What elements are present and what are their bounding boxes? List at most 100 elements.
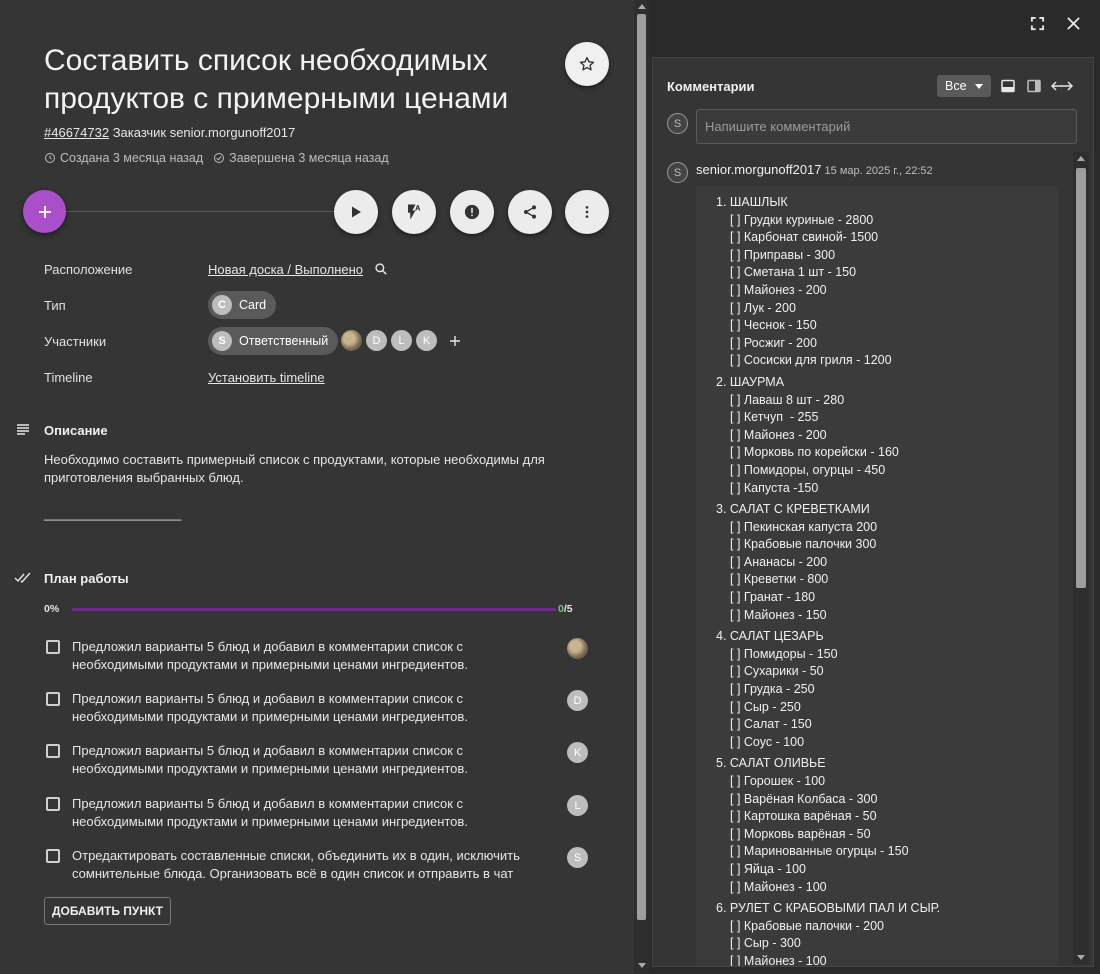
play-icon	[352, 206, 361, 218]
comment-time: 15 мар. 2025 г., 22:52	[824, 165, 933, 177]
left-scrollbar[interactable]	[634, 0, 650, 974]
task-checkbox[interactable]	[46, 744, 60, 758]
width-toggle-icon[interactable]	[1051, 81, 1073, 91]
scroll-up-arrow[interactable]	[638, 4, 646, 9]
scroll-up-arrow[interactable]	[1077, 156, 1085, 161]
flash-auto-icon	[408, 204, 421, 220]
add-member-icon[interactable]	[449, 335, 461, 347]
member-avatar[interactable]: K	[416, 330, 437, 351]
comment-author-avatar: S	[667, 162, 688, 183]
plan-heading: План работы	[44, 571, 129, 586]
timeline-link[interactable]: Установить timeline	[208, 370, 325, 385]
type-chip-label: Card	[239, 298, 267, 312]
type-chip[interactable]: C Card	[208, 291, 277, 319]
comment-list-item: [ ] Майонез - 150	[730, 607, 827, 622]
comment-group-title: 4. САЛАТ ЦЕЗАРЬ	[716, 629, 824, 644]
task-text[interactable]: Предложил варианты 5 блюд и добавил в ко…	[72, 690, 532, 726]
automation-button[interactable]	[392, 190, 436, 234]
share-icon	[524, 205, 536, 219]
member-avatar[interactable]: L	[391, 330, 412, 351]
responsible-label: Ответственный	[239, 334, 329, 348]
add-button[interactable]	[23, 190, 66, 233]
type-label: Тип	[44, 298, 66, 313]
comment-list-item: [ ] Чеснок - 150	[730, 318, 817, 333]
alert-button[interactable]	[450, 190, 494, 234]
scroll-thumb[interactable]	[1076, 168, 1086, 588]
task-checkbox[interactable]	[46, 849, 60, 863]
card-title[interactable]: Составить список необходимых продуктов с…	[44, 42, 554, 118]
comment-author[interactable]: senior.morgunoff2017	[696, 162, 822, 177]
card-id-link[interactable]: #46674732	[44, 125, 109, 140]
comment-list-item: [ ] Сыр - 300	[730, 936, 801, 951]
comment-list-item: [ ] Помидоры, огурцы - 450	[730, 462, 886, 477]
comment-list-item: [ ] Ананасы - 200	[730, 554, 828, 569]
member-avatar-photo[interactable]	[341, 330, 362, 351]
comments-scrollbar[interactable]	[1073, 152, 1089, 964]
comment-list-group: 2. ШАУРМА [ ] Лаваш 8 шт - 280 [ ] Кетчуп …	[716, 374, 1058, 497]
description-text[interactable]: Необходимо составить примерный список с …	[44, 451, 584, 487]
comment-list-item: [ ] Сосиски для гриля - 1200	[730, 353, 892, 368]
task-assignee-avatar[interactable]	[567, 638, 588, 659]
comment-list-item: [ ] Яйца - 100	[730, 861, 806, 876]
progress-bar	[72, 608, 556, 611]
scroll-down-arrow[interactable]	[638, 963, 646, 968]
scroll-down-arrow[interactable]	[1077, 955, 1085, 960]
created-text: Создана 3 месяца назад	[60, 151, 204, 165]
comments-filter-select[interactable]: Все	[937, 75, 991, 97]
layout-bottom-icon[interactable]	[1001, 79, 1015, 93]
comment-group-title: 2. ШАУРМА	[716, 374, 785, 389]
comment-group-title: 3. САЛАТ С КРЕВЕТКАМИ	[716, 502, 870, 517]
clock-icon	[45, 153, 55, 163]
task-text[interactable]: Предложил варианты 5 блюд и добавил в ко…	[72, 638, 532, 674]
comment-list-group: 1. ШАШЛЫК [ ] Грудки куриные - 2800 [ ] Ка…	[716, 194, 1058, 370]
task-checkbox[interactable]	[46, 692, 60, 706]
current-user-avatar: S	[667, 113, 688, 134]
fullscreen-icon[interactable]	[1030, 16, 1045, 31]
layout-side-icon[interactable]	[1027, 79, 1041, 93]
comment-list-item: [ ] Лаваш 8 шт - 280	[730, 392, 845, 407]
card-meta: Создана 3 месяца назад Завершена 3 месяц…	[44, 151, 389, 165]
check-circle-icon	[214, 153, 225, 163]
member-avatar[interactable]: D	[366, 330, 387, 351]
task-checkbox[interactable]	[46, 640, 60, 654]
task-text[interactable]: Предложил варианты 5 блюд и добавил в ко…	[72, 795, 532, 831]
task-text[interactable]: Отредактировать составленные списки, объ…	[72, 847, 532, 883]
comment-list-item: [ ] Лук - 200	[730, 300, 796, 315]
members-label: Участники	[44, 334, 107, 349]
comment-list-item: [ ] Майонез - 100	[730, 953, 827, 967]
task-assignee-avatar[interactable]: S	[567, 847, 588, 868]
task-checkbox[interactable]	[46, 797, 60, 811]
comment-list-group: 5. САЛАТ ОЛИВЬЕ [ ] Горошек - 100 [ ] Варё…	[716, 755, 1058, 896]
comment-input[interactable]	[696, 109, 1077, 144]
favorite-button[interactable]	[565, 42, 609, 86]
comment-list-item: [ ] Грудки куриные - 2800	[730, 212, 874, 227]
card-detail-panel: Составить список необходимых продуктов с…	[0, 0, 634, 974]
card-customer: Заказчик senior.morgunoff2017	[112, 125, 296, 140]
scroll-thumb[interactable]	[637, 14, 646, 920]
comment-list-item: [ ] Сыр - 250	[730, 699, 801, 714]
start-timer-button[interactable]	[334, 190, 378, 234]
plus-icon	[38, 205, 51, 218]
add-item-button[interactable]: ДОБАВИТЬ ПУНКТ	[44, 897, 171, 925]
close-icon[interactable]	[1066, 16, 1081, 31]
comment-list-group: 6. РУЛЕТ С КРАБОВЫМИ ПАЛ И СЫР. [ ] Крабо…	[716, 900, 1058, 967]
task-text[interactable]: Предложил варианты 5 блюд и добавил в ко…	[72, 742, 532, 778]
description-rule: ___________________	[44, 506, 182, 521]
more-button[interactable]	[565, 190, 609, 234]
task-assignee-avatar[interactable]: K	[567, 742, 588, 763]
location-link[interactable]: Новая доска / Выполнено	[208, 262, 363, 277]
comments-heading: Комментарии	[667, 79, 755, 94]
filter-value: Все	[945, 79, 967, 93]
comment-list-item: [ ] Майонез - 200	[730, 427, 827, 442]
task-assignee-avatar[interactable]: L	[567, 795, 588, 816]
comment-list-item: [ ] Крабовые палочки 300	[730, 537, 877, 552]
comment-body: 1. ШАШЛЫК [ ] Грудки куриные - 2800 [ ] Ка…	[696, 186, 1058, 967]
comment-list-group: 4. САЛАТ ЦЕЗАРЬ [ ] Помидоры - 150 [ ] Сух…	[716, 628, 1058, 751]
share-button[interactable]	[508, 190, 552, 234]
task-assignee-avatar[interactable]: D	[567, 690, 588, 711]
action-divider	[60, 211, 340, 212]
progress-total: /5	[563, 603, 573, 615]
search-icon[interactable]	[374, 262, 388, 276]
responsible-chip[interactable]: S Ответственный	[208, 327, 339, 355]
description-icon	[17, 424, 29, 435]
